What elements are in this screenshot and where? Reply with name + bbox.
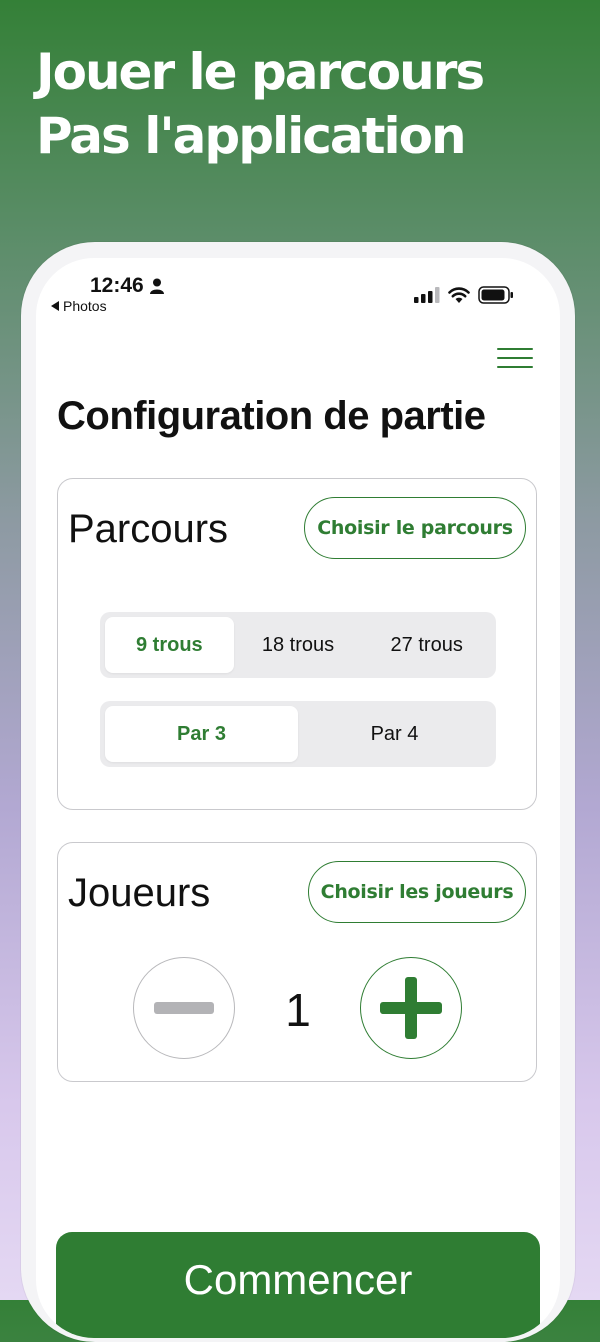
choose-players-button[interactable]: Choisir les joueurs [308,861,526,923]
status-time-text: 12:46 [90,274,144,297]
wifi-icon [448,287,470,303]
increase-players-button[interactable] [360,957,462,1059]
headline-line-2: Pas l'application [36,107,467,165]
signal-icon [414,287,440,303]
start-button[interactable]: Commencer [56,1232,540,1338]
page-title: Configuration de partie [57,394,486,438]
phone-screen: 12:46 Photos Configuration de partie Par… [36,258,560,1338]
status-time: 12:46 [90,274,164,298]
segment-par-3[interactable]: Par 3 [105,706,298,762]
minus-icon [154,1002,214,1014]
course-card-title: Parcours [68,507,229,551]
segment-18-holes[interactable]: 18 trous [234,617,363,673]
course-card: Parcours Choisir le parcours 9 trous 18 … [57,478,537,810]
battery-icon [478,286,513,304]
promo-headline: Jouer le parcours Pas l'application [36,40,485,168]
players-card-title: Joueurs [68,871,211,915]
segment-9-holes[interactable]: 9 trous [105,617,234,673]
players-card: Joueurs Choisir les joueurs 1 [57,842,537,1082]
par-segmented-control: Par 3 Par 4 [100,701,496,767]
player-count: 1 [285,984,311,1036]
back-triangle-icon [51,301,59,311]
status-indicators [414,286,514,304]
headline-line-1: Jouer le parcours [36,43,485,101]
person-icon [149,278,164,294]
segment-27-holes[interactable]: 27 trous [362,617,491,673]
back-to-app[interactable]: Photos [51,298,107,314]
holes-segmented-control: 9 trous 18 trous 27 trous [100,612,496,678]
segment-par-4[interactable]: Par 4 [298,706,491,762]
hamburger-menu-icon[interactable] [497,348,533,370]
back-label: Photos [63,298,107,314]
decrease-players-button[interactable] [133,957,235,1059]
choose-course-button[interactable]: Choisir le parcours [304,497,526,559]
